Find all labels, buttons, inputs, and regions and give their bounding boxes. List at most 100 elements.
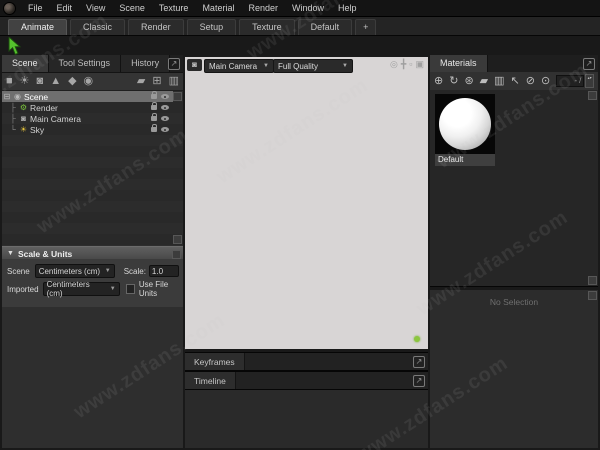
imported-units-dropdown[interactable]: Centimeters (cm) ▼: [43, 282, 120, 296]
expander-icon[interactable]: ⊟: [2, 92, 12, 101]
pan-icon[interactable]: ╋: [401, 59, 406, 70]
tree-row-main-camera[interactable]: ├ ◙ Main Camera: [2, 113, 173, 124]
scale-units-header[interactable]: ▼ Scale & Units: [2, 246, 183, 260]
detach-timeline-icon[interactable]: ↗: [413, 375, 425, 387]
scrollbar-button[interactable]: [588, 91, 597, 100]
render-object-icon: ⚙: [18, 103, 29, 112]
camera-select-dropdown[interactable]: Main Camera ▼: [204, 59, 274, 73]
tab-scene[interactable]: Scene: [2, 55, 49, 72]
workspace-tab-texture[interactable]: Texture: [239, 19, 295, 35]
detach-keyframes-icon[interactable]: ↗: [413, 356, 425, 368]
scrollbar-button[interactable]: [588, 276, 597, 285]
reload-material-icon[interactable]: ↻: [449, 75, 458, 87]
eye-icon[interactable]: [161, 116, 169, 121]
add-object-icon[interactable]: ■: [6, 76, 13, 87]
tree-label-scene: Scene: [24, 92, 48, 102]
workspace-tab-add-button[interactable]: +: [355, 19, 376, 35]
tree-label-sky: Sky: [30, 125, 44, 135]
material-index-field[interactable]: - /: [556, 75, 584, 87]
material-thumbnail-default[interactable]: [435, 94, 495, 154]
menu-file[interactable]: File: [21, 1, 50, 15]
tab-tool-settings[interactable]: Tool Settings: [49, 55, 122, 72]
tab-history[interactable]: History: [121, 55, 170, 72]
lock-icon[interactable]: [151, 116, 157, 121]
scrollbar-button[interactable]: [173, 92, 182, 101]
menu-scene[interactable]: Scene: [112, 1, 152, 15]
add-camera-icon[interactable]: ◙: [37, 76, 44, 87]
quality-select-value: Full Quality: [278, 62, 318, 71]
collapse-arrow-icon: ▼: [7, 250, 14, 257]
lock-icon[interactable]: [151, 105, 157, 110]
load-material-folder-icon[interactable]: ▰: [480, 75, 488, 87]
select-by-material-icon[interactable]: ⊙: [541, 75, 550, 87]
tree-row-scene[interactable]: ⊟ ◉ Scene: [2, 91, 173, 102]
detach-panel-icon[interactable]: ↗: [168, 58, 180, 70]
delete-material-icon[interactable]: ▥: [494, 75, 504, 87]
eye-icon[interactable]: [161, 105, 169, 110]
scene-object-icon: ◉: [12, 92, 23, 101]
delete-icon[interactable]: ▥: [169, 76, 179, 87]
use-file-units-label: Use File Units: [139, 280, 183, 298]
app-window: File Edit View Scene Texture Material Re…: [0, 0, 600, 450]
menu-view[interactable]: View: [79, 1, 112, 15]
clean-materials-icon[interactable]: ⊛: [464, 75, 473, 87]
workspace-tab-default[interactable]: Default: [298, 19, 353, 35]
assign-material-icon[interactable]: ⊘: [526, 75, 535, 87]
scrollbar-button[interactable]: [173, 235, 182, 244]
materials-panel: Materials ↗ ⊕ ↻ ⊛ ▰ ▥ ↖ ⊘ ⊙ - / ▴▾ Defau…: [430, 55, 598, 448]
scale-input[interactable]: [149, 265, 179, 277]
scene-units-dropdown[interactable]: Centimeters (cm) ▼: [35, 264, 115, 278]
zoom-icon[interactable]: ▫: [409, 59, 412, 70]
workspace-tab-render[interactable]: Render: [128, 19, 184, 35]
tree-row-render[interactable]: ├ ⚙ Render: [2, 102, 173, 113]
pick-material-icon[interactable]: ↖: [511, 75, 520, 87]
use-file-units-checkbox[interactable]: [126, 284, 135, 294]
mouse-cursor-arrow: [8, 37, 23, 56]
material-index-stepper[interactable]: ▴▾: [585, 74, 594, 88]
panel-collapse-button[interactable]: [172, 250, 181, 259]
workspace-tab-classic[interactable]: Classic: [70, 19, 125, 35]
lock-icon[interactable]: [151, 127, 157, 132]
imported-units-label: Imported: [7, 285, 39, 294]
dropdown-arrow-icon: ▼: [106, 286, 116, 292]
duplicate-icon[interactable]: ⊞: [152, 76, 161, 87]
detach-materials-icon[interactable]: ↗: [583, 58, 595, 70]
menu-window[interactable]: Window: [285, 1, 331, 15]
keyframes-tab[interactable]: Keyframes: [185, 353, 245, 370]
app-logo-icon[interactable]: [3, 2, 16, 15]
timeline-bar: Timeline ↗: [185, 371, 428, 390]
quality-select-dropdown[interactable]: Full Quality ▼: [273, 59, 353, 73]
menu-edit[interactable]: Edit: [50, 1, 80, 15]
tree-label-render: Render: [30, 103, 58, 113]
workspace-tab-setup[interactable]: Setup: [187, 19, 237, 35]
viewport-3d[interactable]: ◙ Main Camera ▼ Full Quality ▼ ◎ ╋ ▫ ▣: [185, 57, 428, 349]
menu-help[interactable]: Help: [331, 1, 364, 15]
menu-material[interactable]: Material: [195, 1, 241, 15]
add-landscape-icon[interactable]: ▲: [50, 76, 61, 87]
eye-icon[interactable]: [161, 94, 169, 99]
timeline-tab[interactable]: Timeline: [185, 372, 236, 389]
add-tag-icon[interactable]: ◆: [68, 76, 76, 87]
load-folder-icon[interactable]: ▰: [137, 76, 145, 87]
workspace-tab-animate[interactable]: Animate: [8, 19, 67, 35]
tree-row-sky[interactable]: └ ☀ Sky: [2, 124, 173, 135]
camera-object-icon: ◙: [18, 114, 29, 123]
eye-icon[interactable]: [161, 127, 169, 132]
branch-end-connector: └: [8, 125, 18, 134]
tab-materials[interactable]: Materials: [430, 55, 488, 72]
menu-texture[interactable]: Texture: [152, 1, 196, 15]
render-status-indicator: [414, 336, 420, 342]
menu-bar: File Edit View Scene Texture Material Re…: [0, 0, 600, 17]
add-material-icon[interactable]: ◉: [84, 76, 94, 87]
add-material-icon[interactable]: ⊕: [434, 75, 443, 87]
dropdown-arrow-icon: ▼: [336, 63, 348, 69]
lock-icon[interactable]: [151, 94, 157, 99]
orbit-icon[interactable]: ◎: [390, 59, 398, 70]
material-name-label: Default: [435, 154, 495, 166]
scrollbar-button[interactable]: [588, 291, 597, 300]
frame-icon[interactable]: ▣: [415, 59, 424, 70]
add-light-icon[interactable]: ☀: [20, 76, 30, 87]
menu-render[interactable]: Render: [241, 1, 285, 15]
viewport-camera-icon[interactable]: ◙: [187, 59, 202, 71]
scene-units-label: Scene: [7, 267, 30, 276]
